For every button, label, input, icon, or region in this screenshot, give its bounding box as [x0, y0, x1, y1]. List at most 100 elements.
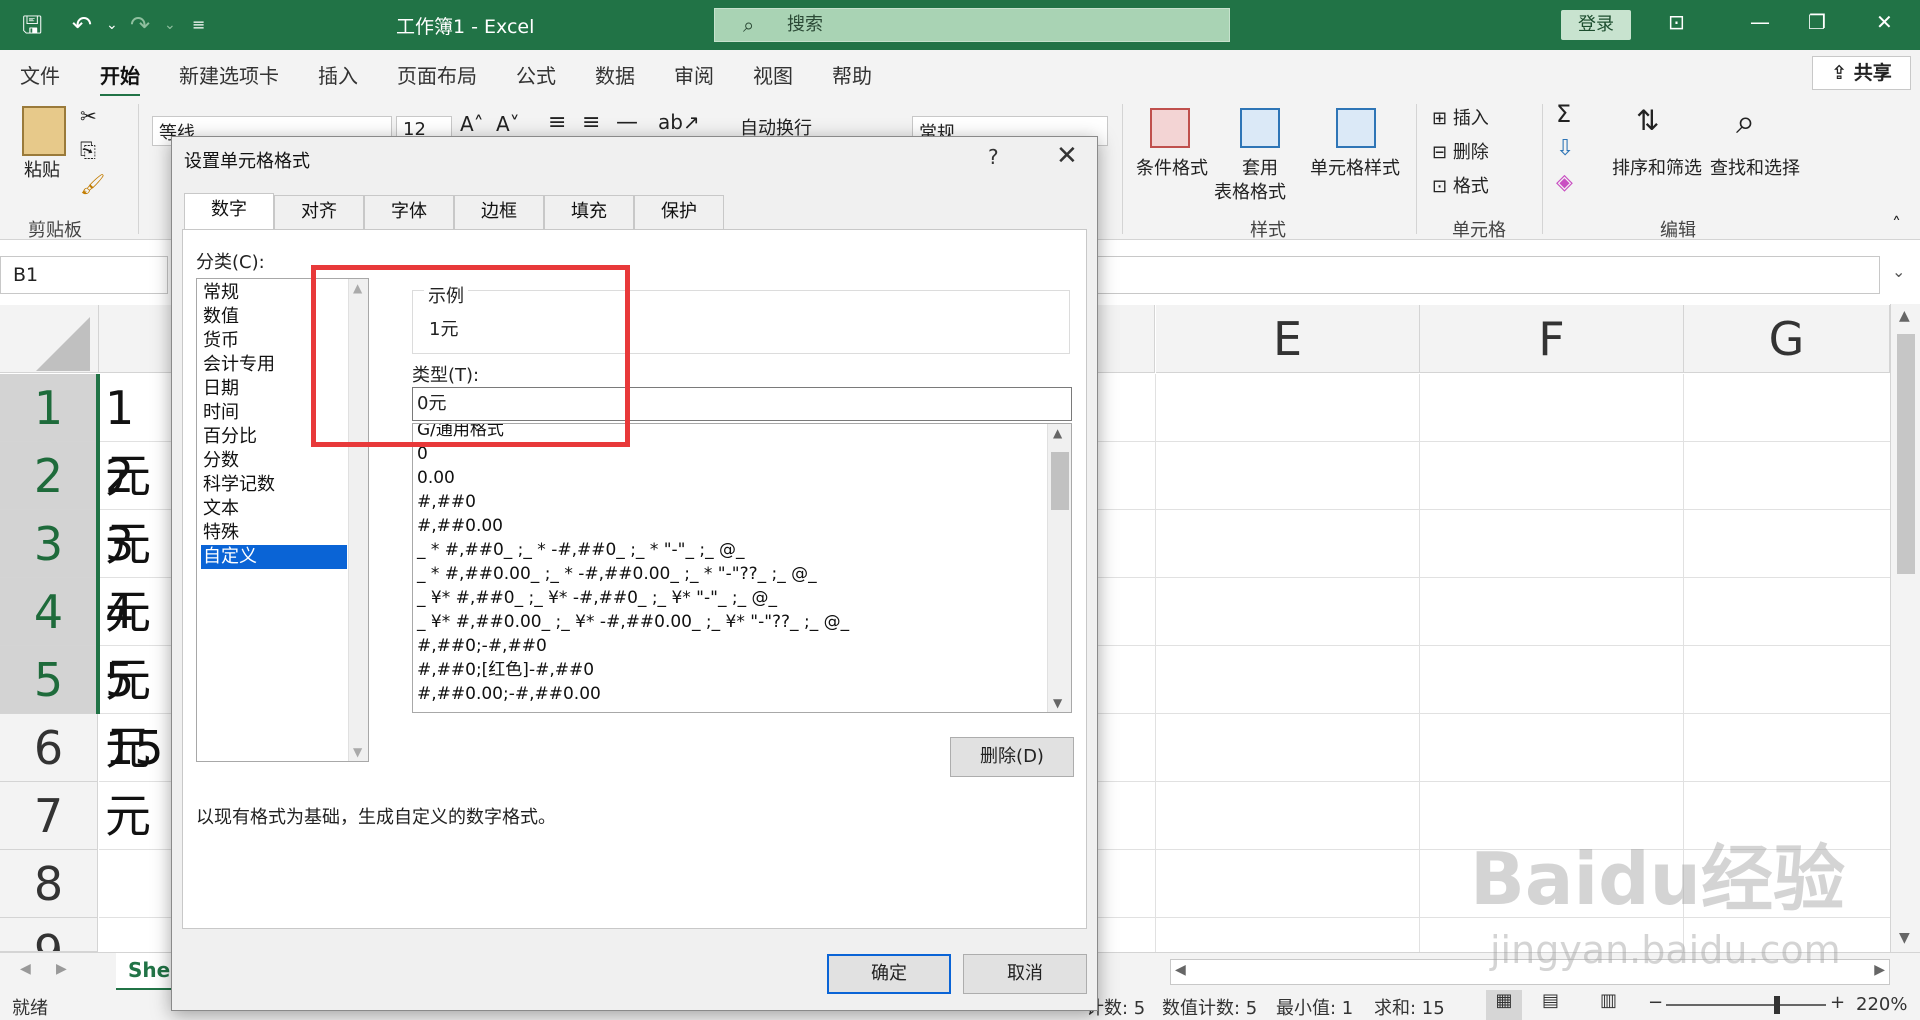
- format-list[interactable]: G/通用格式 0 0.00 #,##0 #,##0.00 _ * #,##0_ …: [412, 423, 1072, 713]
- table-format-label-1[interactable]: 套用: [1242, 154, 1278, 180]
- format-item[interactable]: #,##0: [417, 490, 476, 514]
- normal-view-icon[interactable]: ▦: [1486, 990, 1522, 1020]
- scrollbar-thumb[interactable]: [1897, 334, 1915, 574]
- zoom-out-icon[interactable]: −: [1648, 992, 1663, 1013]
- search-box[interactable]: ⌕ 搜索: [714, 8, 1230, 42]
- format-item[interactable]: #,##0;[红色]-#,##0: [417, 658, 594, 682]
- undo-dropdown-icon[interactable]: ⌄: [106, 8, 118, 42]
- page-break-view-icon[interactable]: ▥: [1600, 990, 1617, 1011]
- category-item[interactable]: 特殊: [201, 521, 347, 545]
- paste-icon[interactable]: [22, 106, 66, 156]
- customize-toolbar-icon[interactable]: ≡: [192, 8, 205, 42]
- insert-cells-button[interactable]: ⊞ 插入: [1432, 104, 1489, 130]
- tab-data[interactable]: 数据: [595, 60, 635, 89]
- tab-page-layout[interactable]: 页面布局: [397, 60, 477, 89]
- cell-b4[interactable]: 4元: [99, 578, 171, 707]
- copy-icon[interactable]: ⎘: [80, 138, 96, 162]
- row-header-6[interactable]: 6: [0, 714, 98, 782]
- cancel-button[interactable]: 取消: [963, 954, 1087, 994]
- next-sheet-icon[interactable]: ▶: [56, 961, 67, 977]
- sort-filter-button[interactable]: 排序和筛选: [1612, 154, 1702, 180]
- tab-home[interactable]: 开始: [100, 60, 140, 97]
- autosum-icon[interactable]: Σ: [1556, 100, 1571, 128]
- row-header-9[interactable]: 9: [0, 918, 98, 952]
- cell-b2[interactable]: 2元: [99, 442, 171, 571]
- prev-sheet-icon[interactable]: ◀: [20, 961, 31, 977]
- tab-new[interactable]: 新建选项卡: [179, 60, 279, 89]
- tab-file[interactable]: 文件: [20, 60, 60, 89]
- format-item[interactable]: #,##0.00: [417, 514, 503, 538]
- row-header-1[interactable]: 1: [0, 374, 98, 442]
- align-top-icon[interactable]: ≡: [548, 110, 566, 135]
- align-middle-icon[interactable]: ≡: [582, 110, 600, 135]
- scroll-down-icon[interactable]: ▼: [353, 745, 362, 759]
- decrease-font-icon[interactable]: A˅: [496, 112, 520, 136]
- undo-icon[interactable]: ↶: [72, 8, 92, 42]
- category-item[interactable]: 分数: [201, 449, 347, 473]
- cell-styles-button[interactable]: 单元格样式: [1310, 154, 1400, 180]
- cell-b1[interactable]: 1元: [99, 374, 171, 503]
- sort-filter-icon[interactable]: ⇅: [1636, 104, 1659, 137]
- zoom-slider-thumb[interactable]: [1774, 996, 1780, 1014]
- name-box[interactable]: B1: [0, 256, 168, 294]
- page-layout-view-icon[interactable]: ▤: [1542, 990, 1559, 1011]
- scroll-up-icon[interactable]: ▲: [1053, 426, 1062, 440]
- orientation-icon[interactable]: ab↗: [658, 110, 700, 134]
- dialog-close-icon[interactable]: ✕: [1056, 141, 1078, 171]
- format-item[interactable]: #,##0.00;-#,##0.00: [417, 682, 601, 706]
- delete-format-button[interactable]: 删除(D): [950, 737, 1074, 777]
- scroll-down-icon[interactable]: ▼: [1899, 930, 1910, 946]
- cut-icon[interactable]: ✂: [80, 104, 97, 128]
- dialog-tab-font[interactable]: 字体: [364, 195, 454, 229]
- ok-button[interactable]: 确定: [827, 954, 951, 994]
- zoom-level[interactable]: 220%: [1856, 994, 1907, 1015]
- column-header-f[interactable]: F: [1420, 305, 1684, 373]
- tab-review[interactable]: 审阅: [674, 60, 714, 89]
- formula-bar[interactable]: [1090, 256, 1880, 294]
- format-list-scrollbar[interactable]: ▲ ▼: [1047, 424, 1071, 712]
- increase-font-icon[interactable]: A˄: [460, 112, 484, 136]
- row-header-5[interactable]: 5: [0, 646, 98, 714]
- expand-formula-icon[interactable]: ⌄: [1892, 262, 1905, 281]
- format-item[interactable]: _ ¥* #,##0_ ;_ ¥* -#,##0_ ;_ ¥* "-"_ ;_ …: [417, 586, 777, 610]
- dialog-tab-fill[interactable]: 填充: [544, 195, 634, 229]
- dialog-tab-alignment[interactable]: 对齐: [274, 195, 364, 229]
- row-header-3[interactable]: 3: [0, 510, 98, 578]
- zoom-in-icon[interactable]: +: [1830, 992, 1845, 1013]
- ribbon-display-icon[interactable]: ⊡: [1668, 10, 1685, 34]
- fill-icon[interactable]: ⇩: [1556, 136, 1574, 161]
- category-item[interactable]: 科学记数: [201, 473, 347, 497]
- cell-b5[interactable]: 5元: [99, 646, 171, 775]
- share-button[interactable]: ⇪ 共享: [1812, 56, 1911, 90]
- table-format-icon[interactable]: [1240, 108, 1280, 148]
- conditional-format-icon[interactable]: [1150, 108, 1190, 148]
- save-icon[interactable]: 🖫: [22, 8, 42, 42]
- format-item[interactable]: 0.00: [417, 466, 455, 490]
- login-button[interactable]: 登录: [1561, 10, 1631, 40]
- format-painter-icon[interactable]: 🖌: [80, 172, 105, 196]
- redo-icon[interactable]: ↷: [130, 8, 150, 42]
- cell-styles-icon[interactable]: [1336, 108, 1376, 148]
- format-item[interactable]: _ * #,##0.00_ ;_ * -#,##0.00_ ;_ * "-"??…: [417, 562, 817, 586]
- align-bottom-icon[interactable]: —: [616, 110, 638, 135]
- tab-insert[interactable]: 插入: [318, 60, 358, 89]
- find-icon[interactable]: ⌕: [1736, 102, 1755, 142]
- vertical-scrollbar[interactable]: ▲ ▼: [1890, 304, 1920, 952]
- column-header-e[interactable]: E: [1156, 305, 1420, 373]
- redo-dropdown-icon[interactable]: ⌄: [164, 8, 176, 42]
- collapse-ribbon-icon[interactable]: ˄: [1892, 214, 1901, 235]
- scroll-up-icon[interactable]: ▲: [1899, 308, 1910, 324]
- select-all-corner[interactable]: [0, 305, 99, 373]
- sheet-tab[interactable]: Shee: [116, 953, 184, 991]
- conditional-format-button[interactable]: 条件格式: [1136, 154, 1208, 180]
- dialog-tab-border[interactable]: 边框: [454, 195, 544, 229]
- tab-formulas[interactable]: 公式: [516, 60, 556, 89]
- cell-b6[interactable]: 15元: [99, 714, 171, 843]
- table-format-label-2[interactable]: 表格格式: [1214, 178, 1286, 204]
- row-header-7[interactable]: 7: [0, 782, 98, 850]
- row-header-8[interactable]: 8: [0, 850, 98, 918]
- scroll-right-icon[interactable]: ▶: [1874, 962, 1885, 978]
- row-header-4[interactable]: 4: [0, 578, 98, 646]
- scrollbar-thumb[interactable]: [1051, 452, 1069, 510]
- restore-icon[interactable]: ❐: [1808, 10, 1826, 34]
